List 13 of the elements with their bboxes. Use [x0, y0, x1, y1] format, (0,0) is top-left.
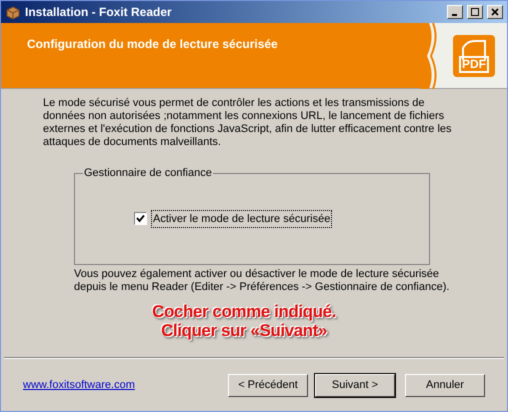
wizard-button[interactable]: < Précédent	[228, 374, 308, 396]
annotation-text: Cocher comme indiqué.	[152, 302, 336, 321]
description-text: Le mode sécurisé vous permet de contrôler les actions et les transmissions de données non autorisées ;notamment les connexions URL, le lancement de fichiers externes et l'exécution de fonctions JavaScript, afin de lutter efficacement contre les attaques de documents malveillants.	[43, 97, 453, 149]
header-title: Configuration du mode de lecture sécurisée	[27, 37, 278, 51]
logo-text: PDF	[459, 56, 489, 72]
website-link[interactable]: www.foxitsoftware.com	[23, 376, 228, 394]
group-title: Gestionnaire de confiance	[83, 166, 213, 181]
annotation-text: Cliquer sur «Suivant»	[161, 321, 327, 340]
window-title: Installation - Foxit Reader	[25, 4, 173, 21]
wizard-button[interactable]: Suivant >	[315, 374, 395, 396]
note-text: Vous pouvez également activer ou désactiver le mode de lecture sécurisée depuis le menu Reader (Editer -> Préférences -> Gestionnaire de confiance).	[74, 268, 450, 294]
wizard-button[interactable]: Annuler	[405, 374, 485, 396]
checkbox-label: Activer le mode de lecture sécurisée	[151, 210, 332, 228]
